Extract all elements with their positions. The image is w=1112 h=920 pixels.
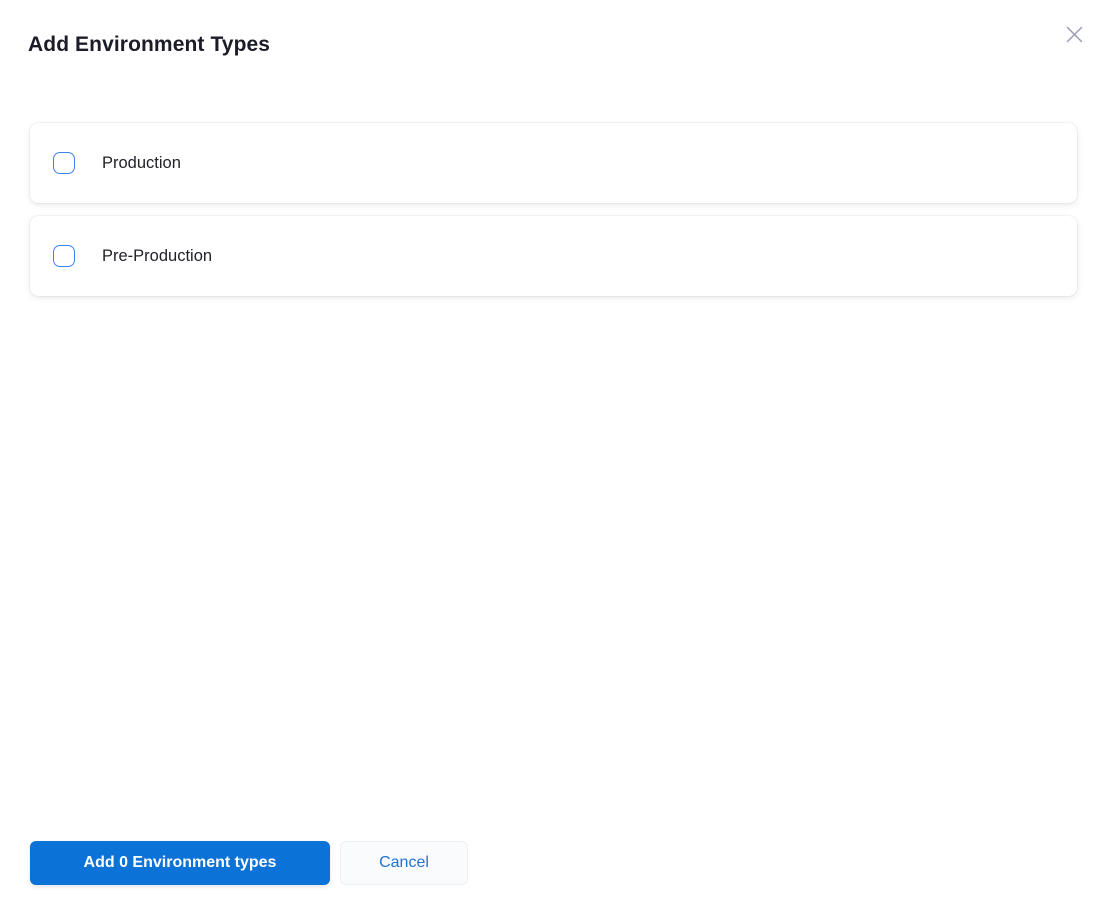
environment-type-row-pre-production[interactable]: Pre-Production <box>30 216 1077 296</box>
environment-type-label: Production <box>102 154 181 173</box>
environment-type-row-production[interactable]: Production <box>30 123 1077 203</box>
cancel-button[interactable]: Cancel <box>340 841 468 885</box>
dialog-footer: Add 0 Environment types Cancel <box>30 841 468 885</box>
dialog-title: Add Environment Types <box>28 33 270 57</box>
checkbox-pre-production[interactable] <box>53 245 75 267</box>
environment-type-label: Pre-Production <box>102 247 212 266</box>
close-icon <box>1063 23 1086 46</box>
close-button[interactable] <box>1060 20 1088 48</box>
environment-type-list: Production Pre-Production <box>30 123 1077 309</box>
checkbox-production[interactable] <box>53 152 75 174</box>
add-environment-types-dialog: Add Environment Types Production Pre-Pro… <box>0 0 1112 920</box>
add-environment-types-button[interactable]: Add 0 Environment types <box>30 841 330 885</box>
